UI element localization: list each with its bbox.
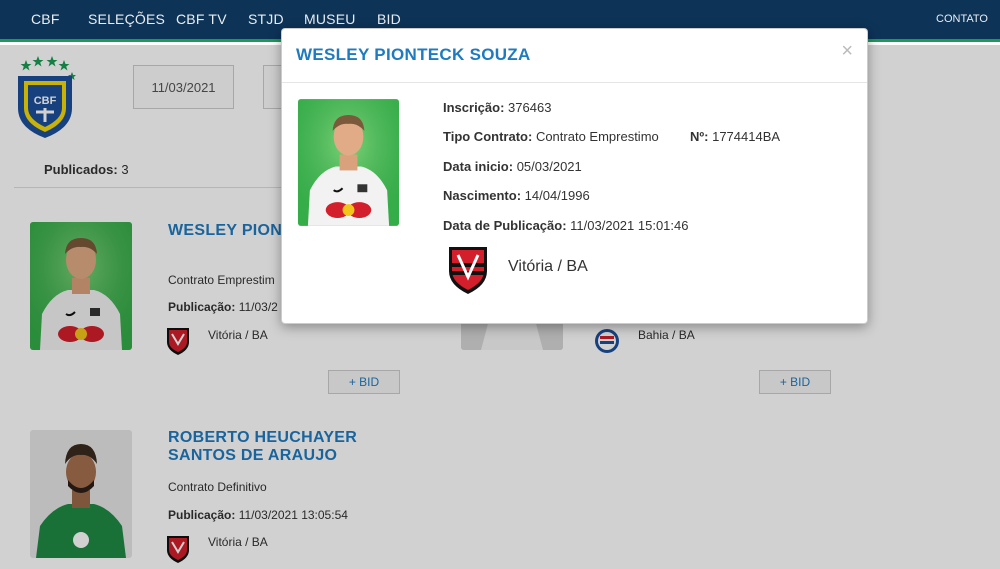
nascimento-value: 14/04/1996 (524, 188, 590, 203)
field-nascimento: Nascimento: 14/04/1996 (443, 188, 590, 203)
nav-bid[interactable]: BID (377, 11, 401, 27)
modal-header: WESLEY PIONTECK SOUZA × (282, 29, 867, 83)
tipo-contrato-value: Contrato Emprestimo (535, 129, 659, 144)
close-icon[interactable]: × (841, 41, 853, 61)
tipo-contrato-label: Tipo Contrato: (443, 129, 533, 144)
field-tipo-contrato: Tipo Contrato: Contrato Emprestimo (443, 129, 659, 144)
numero-value: 1774414BA (712, 129, 781, 144)
vitoria-club-icon (449, 247, 487, 294)
field-numero: Nº: 1774414BA (690, 129, 780, 144)
numero-label: Nº: (690, 129, 709, 144)
data-publicacao-value: 11/03/2021 15:01:46 (570, 218, 689, 233)
nascimento-label: Nascimento: (443, 188, 522, 203)
nav-museu[interactable]: MUSEU (304, 11, 356, 27)
field-inscricao: Inscrição: 376463 (443, 100, 551, 115)
modal-title: WESLEY PIONTECK SOUZA (296, 45, 531, 64)
nav-selecoes[interactable]: SELEÇÕES (88, 11, 165, 27)
player-photo-large (298, 99, 399, 226)
data-inicio-value: 05/03/2021 (516, 159, 582, 174)
nav-contato[interactable]: CONTATO (936, 13, 988, 25)
nav-cbf[interactable]: CBF (31, 11, 60, 27)
player-detail-modal: WESLEY PIONTECK SOUZA × Inscrição: 37646… (281, 28, 868, 324)
data-inicio-label: Data inicio: (443, 159, 514, 174)
field-data-publicacao: Data de Publicação: 11/03/2021 15:01:46 (443, 218, 689, 233)
data-publicacao-label: Data de Publicação: (443, 218, 567, 233)
inscricao-value: 376463 (508, 100, 552, 115)
nav-stjd[interactable]: STJD (248, 11, 284, 27)
modal-club-name: Vitória / BA (508, 258, 588, 275)
field-data-inicio: Data inicio: 05/03/2021 (443, 159, 582, 174)
inscricao-label: Inscrição: (443, 100, 505, 115)
nav-cbf-tv[interactable]: CBF TV (176, 11, 227, 27)
